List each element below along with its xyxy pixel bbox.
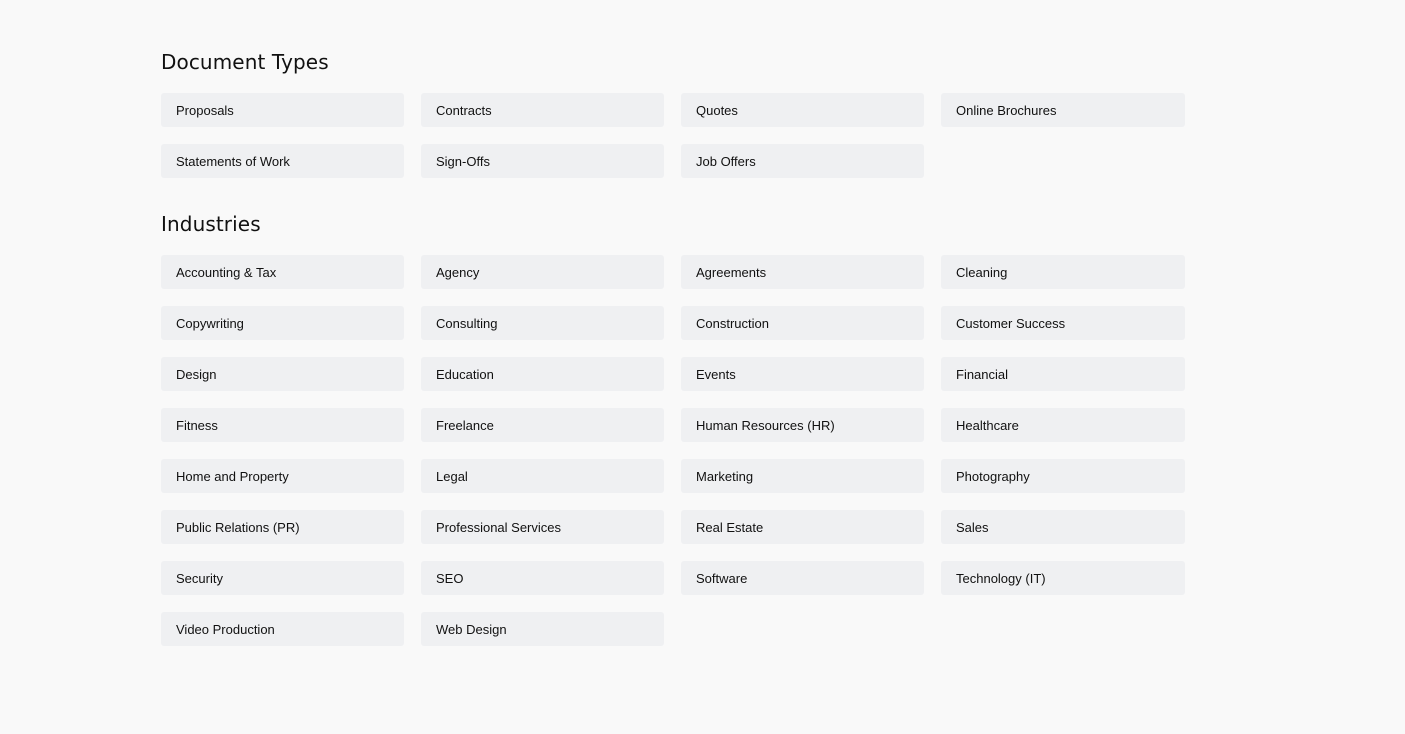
industry-link-marketing[interactable]: Marketing xyxy=(681,459,924,493)
industry-link-accounting-tax[interactable]: Accounting & Tax xyxy=(161,255,404,289)
industry-label: Healthcare xyxy=(956,417,1019,433)
industry-link-education[interactable]: Education xyxy=(421,357,664,391)
document-type-link-online-brochures[interactable]: Online Brochures xyxy=(941,93,1185,127)
industry-link-seo[interactable]: SEO xyxy=(421,561,664,595)
industry-link-copywriting[interactable]: Copywriting xyxy=(161,306,404,340)
industry-link-financial[interactable]: Financial xyxy=(941,357,1185,391)
industries-heading: Industries xyxy=(161,212,261,236)
industry-link-healthcare[interactable]: Healthcare xyxy=(941,408,1185,442)
industry-label: Consulting xyxy=(436,315,498,331)
industry-label: Sales xyxy=(956,519,989,535)
industry-link-video-production[interactable]: Video Production xyxy=(161,612,404,646)
industry-link-sales[interactable]: Sales xyxy=(941,510,1185,544)
industry-label: Accounting & Tax xyxy=(176,264,277,280)
document-type-link-job-offers[interactable]: Job Offers xyxy=(681,144,924,178)
document-type-label: Statements of Work xyxy=(176,153,290,169)
industry-label: Home and Property xyxy=(176,468,289,484)
document-type-label: Sign-Offs xyxy=(436,153,490,169)
industry-label: Human Resources (HR) xyxy=(696,417,835,433)
industry-label: Agency xyxy=(436,264,480,280)
industry-label: Professional Services xyxy=(436,519,561,535)
industry-label: Construction xyxy=(696,315,769,331)
industry-label: Software xyxy=(696,570,748,586)
industry-link-construction[interactable]: Construction xyxy=(681,306,924,340)
document-type-label: Online Brochures xyxy=(956,102,1057,118)
industry-label: Security xyxy=(176,570,223,586)
industry-label: Agreements xyxy=(696,264,767,280)
document-type-link-sign-offs[interactable]: Sign-Offs xyxy=(421,144,664,178)
industry-link-design[interactable]: Design xyxy=(161,357,404,391)
industry-label: Fitness xyxy=(176,417,218,433)
industry-link-cleaning[interactable]: Cleaning xyxy=(941,255,1185,289)
industry-label: Web Design xyxy=(436,621,507,637)
industry-label: Technology (IT) xyxy=(956,570,1046,586)
industry-label: Copywriting xyxy=(176,315,244,331)
document-type-link-statements-of-work[interactable]: Statements of Work xyxy=(161,144,404,178)
industry-link-agreements[interactable]: Agreements xyxy=(681,255,924,289)
industry-link-legal[interactable]: Legal xyxy=(421,459,664,493)
industry-link-consulting[interactable]: Consulting xyxy=(421,306,664,340)
industry-label: Events xyxy=(696,366,736,382)
industry-label: Education xyxy=(436,366,494,382)
industry-label: Marketing xyxy=(696,468,754,484)
industry-label: Public Relations (PR) xyxy=(176,519,300,535)
industry-link-professional-services[interactable]: Professional Services xyxy=(421,510,664,544)
industry-link-public-relations[interactable]: Public Relations (PR) xyxy=(161,510,404,544)
document-type-label: Proposals xyxy=(176,102,234,118)
document-type-link-quotes[interactable]: Quotes xyxy=(681,93,924,127)
industry-link-human-resources[interactable]: Human Resources (HR) xyxy=(681,408,924,442)
industry-label: Design xyxy=(176,366,217,382)
industry-label: Customer Success xyxy=(956,315,1066,331)
document-types-grid: Proposals Contracts Quotes Online Brochu… xyxy=(161,93,1185,178)
document-type-label: Contracts xyxy=(436,102,492,118)
industry-link-events[interactable]: Events xyxy=(681,357,924,391)
document-types-heading: Document Types xyxy=(161,50,329,74)
industry-label: Freelance xyxy=(436,417,494,433)
industry-link-photography[interactable]: Photography xyxy=(941,459,1185,493)
industry-link-web-design[interactable]: Web Design xyxy=(421,612,664,646)
industry-label: Financial xyxy=(956,366,1009,382)
industry-link-agency[interactable]: Agency xyxy=(421,255,664,289)
industry-link-technology[interactable]: Technology (IT) xyxy=(941,561,1185,595)
industry-label: Legal xyxy=(436,468,468,484)
industry-label: Video Production xyxy=(176,621,275,637)
industry-label: Real Estate xyxy=(696,519,764,535)
industry-link-fitness[interactable]: Fitness xyxy=(161,408,404,442)
industry-label: Cleaning xyxy=(956,264,1008,280)
document-type-label: Job Offers xyxy=(696,153,756,169)
industry-label: Photography xyxy=(956,468,1030,484)
industry-label: SEO xyxy=(436,570,464,586)
industry-link-software[interactable]: Software xyxy=(681,561,924,595)
document-type-link-proposals[interactable]: Proposals xyxy=(161,93,404,127)
industry-link-customer-success[interactable]: Customer Success xyxy=(941,306,1185,340)
document-type-link-contracts[interactable]: Contracts xyxy=(421,93,664,127)
industry-link-real-estate[interactable]: Real Estate xyxy=(681,510,924,544)
industries-grid: Accounting & Tax Agency Agreements Clean… xyxy=(161,255,1185,646)
industry-link-freelance[interactable]: Freelance xyxy=(421,408,664,442)
page: Document Types Proposals Contracts Quote… xyxy=(0,0,1405,734)
industry-link-home-and-property[interactable]: Home and Property xyxy=(161,459,404,493)
industry-link-security[interactable]: Security xyxy=(161,561,404,595)
document-type-label: Quotes xyxy=(696,102,738,118)
